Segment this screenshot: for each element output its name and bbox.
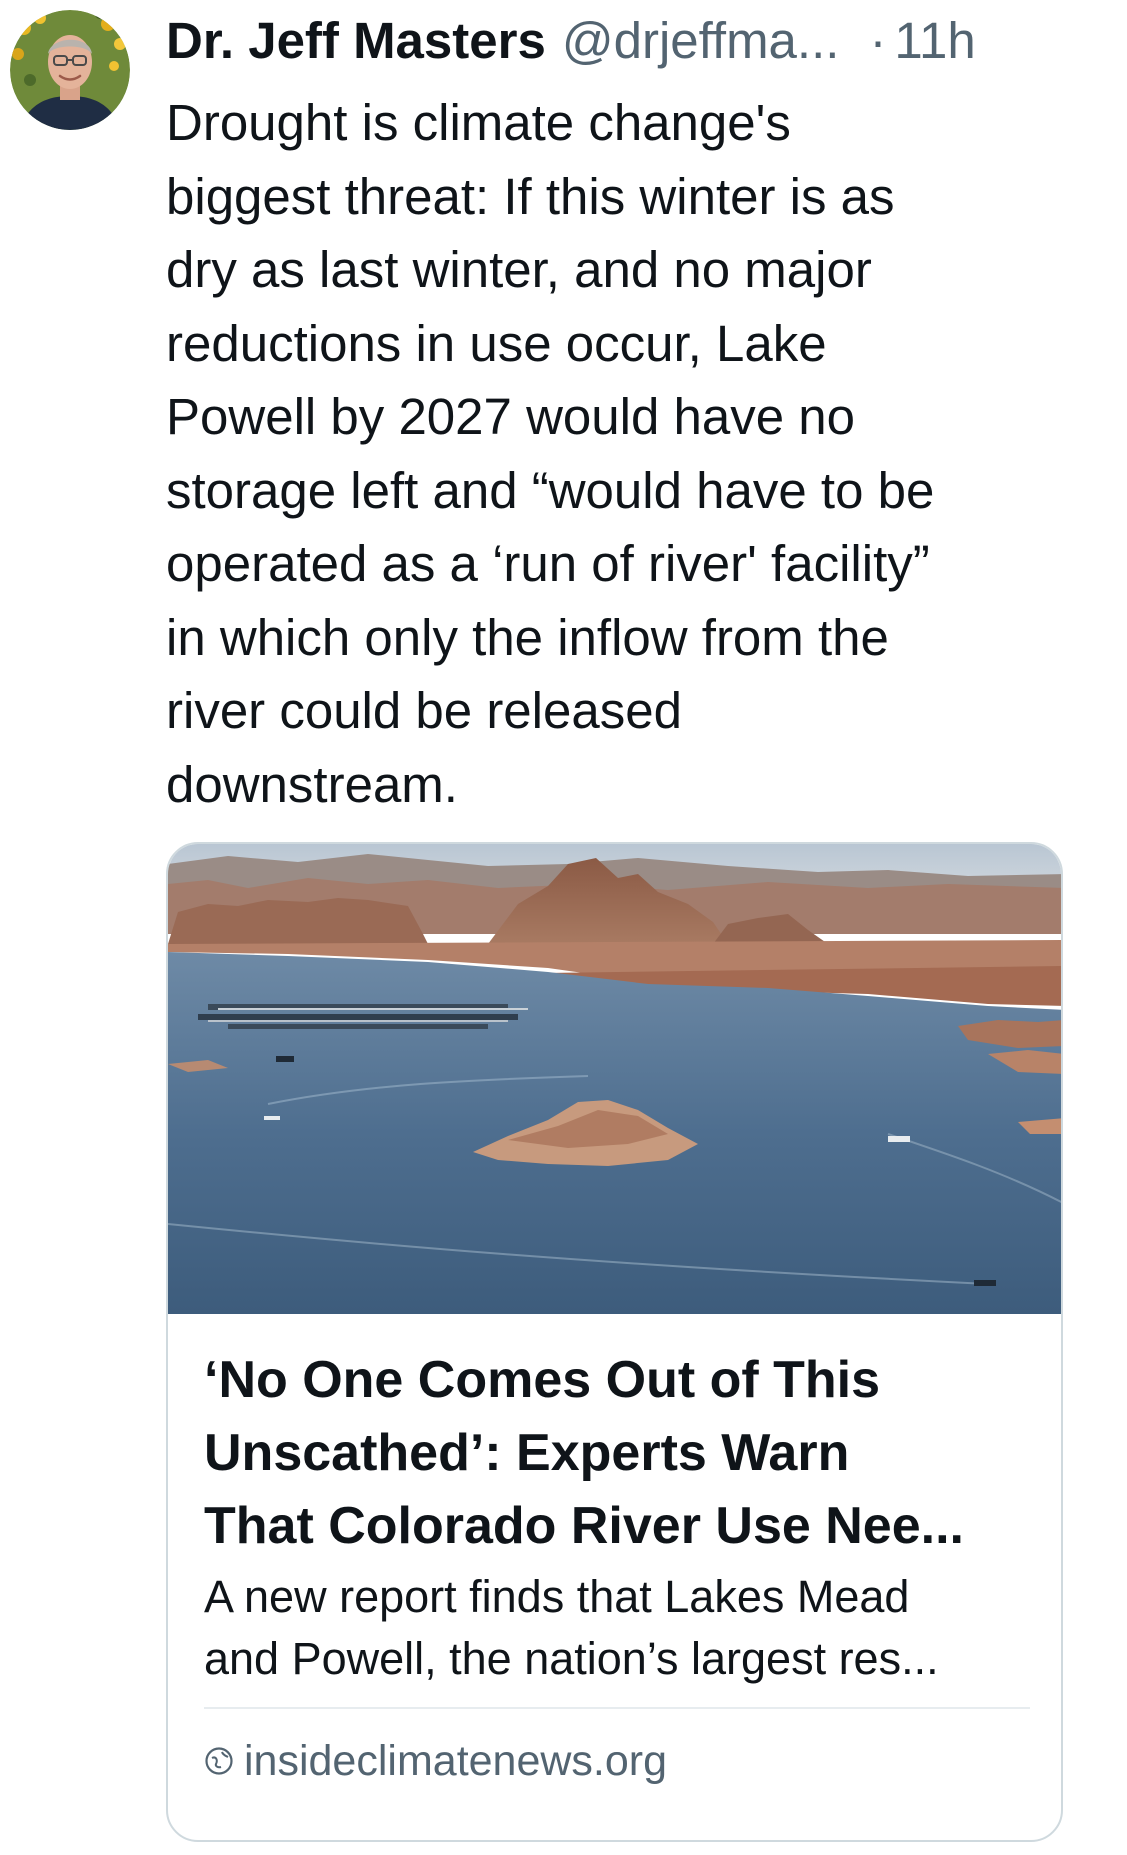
- card-domain-text: insideclimatenews.org: [244, 1736, 668, 1785]
- card-title: ‘No One Comes Out of This Unscathed’: Ex…: [204, 1351, 964, 1555]
- tweet-timestamp[interactable]: 11h: [894, 8, 975, 74]
- lake-powell-photo: [168, 844, 1061, 1314]
- card-image: [168, 844, 1061, 1314]
- card-divider: [204, 1707, 1030, 1709]
- header-separator: ·: [869, 12, 887, 69]
- globe-icon: [204, 1746, 234, 1776]
- card-description: A new report finds that Lakes Mead and P…: [204, 1571, 939, 1684]
- author-handle[interactable]: @drjeffma...: [562, 8, 840, 74]
- author-name[interactable]: Dr. Jeff Masters: [166, 8, 546, 74]
- tweet-text: Drought is climate change's biggest thre…: [166, 94, 935, 813]
- tweet-header: Dr. Jeff Masters @drjeffma... · 11h: [166, 8, 1116, 74]
- author-avatar[interactable]: [10, 10, 130, 130]
- card-domain-link[interactable]: insideclimatenews.org: [204, 1726, 667, 1796]
- avatar-photo: [10, 10, 130, 130]
- link-preview-card[interactable]: ‘No One Comes Out of This Unscathed’: Ex…: [166, 842, 1063, 1842]
